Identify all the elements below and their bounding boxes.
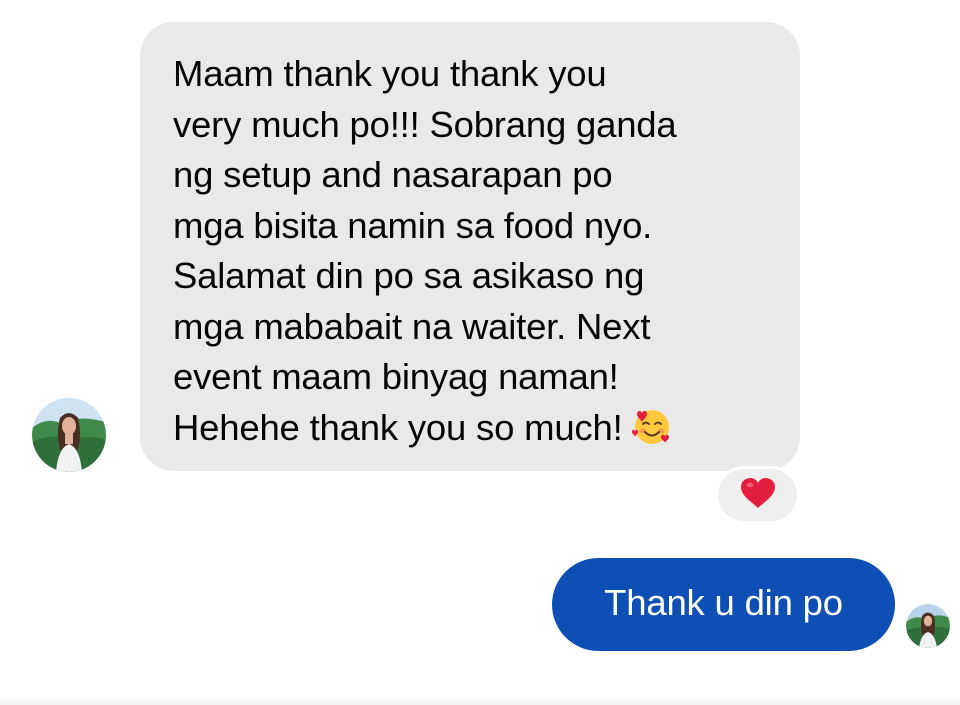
seen-avatar [906, 604, 950, 648]
smiling-face-with-hearts-icon [631, 406, 673, 460]
message-line: Maam thank you thank you [173, 53, 607, 94]
message-line: Hehehe thank you so much! [173, 406, 623, 448]
outgoing-message-bubble[interactable]: Thank u din po [552, 558, 895, 651]
incoming-message-bubble[interactable]: Maam thank you thank you very much po!!!… [140, 22, 800, 471]
message-line: very much po!!! Sobrang ganda [173, 103, 677, 145]
contact-avatar[interactable] [32, 398, 106, 472]
message-line: mga bisita namin sa food nyo. [173, 204, 653, 246]
red-heart-icon [740, 477, 776, 514]
outgoing-message-text: Thank u din po [604, 582, 843, 623]
chat-thread: Maam thank you thank you very much po!!!… [0, 0, 960, 705]
message-line: ng setup and nasarapan po [173, 154, 613, 195]
message-line: mga mababait na waiter. Next [173, 305, 651, 347]
message-line: Salamat din po sa asikaso ng [173, 255, 645, 296]
message-line: event maam binyag naman! [173, 356, 619, 397]
message-reaction[interactable] [715, 466, 800, 524]
incoming-message-text: Maam thank you thank you very much po!!!… [173, 49, 780, 459]
composer-edge [0, 696, 960, 705]
